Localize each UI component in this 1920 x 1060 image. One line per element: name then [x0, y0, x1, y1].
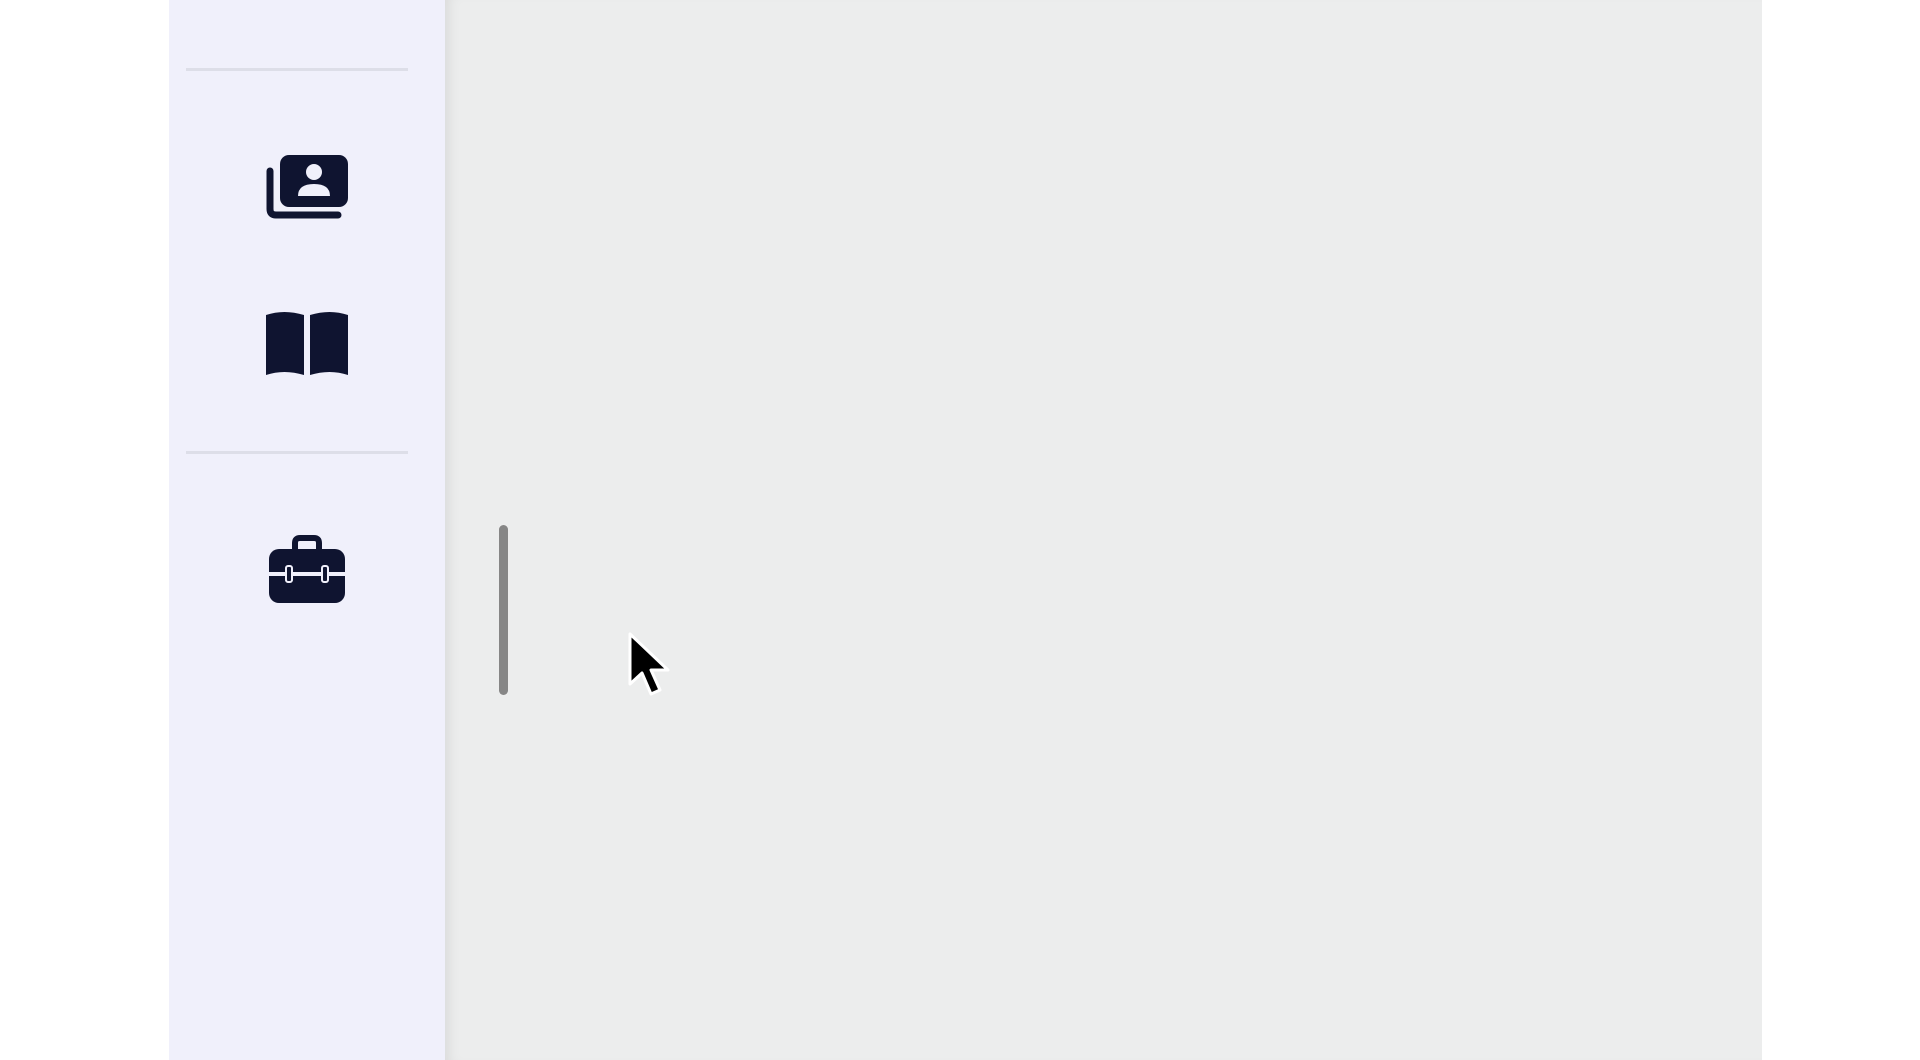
app-screen — [0, 0, 1920, 1060]
sidebar-divider — [186, 68, 408, 71]
panel-resize-handle[interactable] — [499, 525, 508, 695]
sidebar — [169, 0, 445, 1060]
open-book-icon — [264, 309, 350, 377]
sidebar-item-contacts[interactable] — [247, 137, 367, 237]
sidebar-divider — [186, 451, 408, 454]
sidebar-item-library[interactable] — [247, 293, 367, 393]
main-content — [445, 0, 1762, 1060]
toolbox-icon — [267, 535, 347, 605]
sidebar-item-tools[interactable] — [247, 520, 367, 620]
contact-cards-icon — [264, 153, 350, 221]
